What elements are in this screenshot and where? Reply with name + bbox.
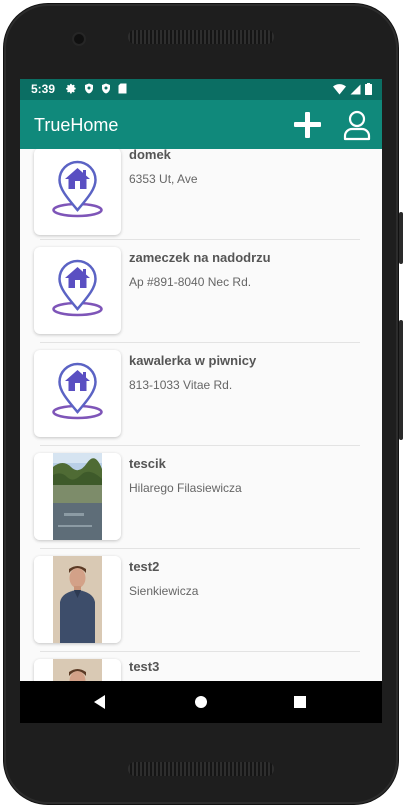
property-thumbnail	[34, 149, 121, 235]
house-pin-icon	[52, 362, 103, 420]
status-bar: 5:39	[20, 79, 382, 100]
earpiece-speaker	[128, 30, 274, 44]
list-item[interactable]: test2 Sienkiewicza	[20, 546, 382, 652]
lake-photo	[34, 453, 121, 540]
property-name: test3	[129, 659, 160, 674]
list-item[interactable]: zameczek na nadodrzu Ap #891-8040 Nec Rd…	[20, 237, 382, 343]
property-thumbnail	[34, 247, 121, 334]
property-name: domek	[129, 149, 171, 162]
property-address: 6353 Ut, Ave	[129, 172, 198, 186]
recents-icon[interactable]	[286, 688, 314, 716]
person-photo	[34, 556, 121, 643]
property-thumbnail	[34, 350, 121, 437]
sd-card-icon	[118, 83, 127, 94]
signal-icon	[350, 84, 361, 94]
shield-icon	[85, 83, 93, 94]
home-icon[interactable]	[187, 688, 215, 716]
property-list[interactable]: domek 6353 Ut, Ave zameczek na nadodrzu …	[20, 149, 382, 681]
navigation-bar	[20, 681, 382, 723]
house-pin-icon	[52, 259, 103, 317]
property-address: 813-1033 Vitae Rd.	[129, 378, 233, 392]
property-address: Sienkiewicza	[129, 584, 199, 598]
property-address: Hilarego Filasiewicza	[129, 481, 242, 495]
shield-icon	[102, 83, 110, 94]
profile-icon[interactable]	[340, 108, 374, 142]
property-thumbnail	[34, 453, 121, 540]
list-item[interactable]: kawalerka w piwnicy 813-1033 Vitae Rd.	[20, 340, 382, 446]
bottom-speaker	[128, 762, 274, 776]
property-name: zameczek na nadodrzu	[129, 250, 271, 265]
app-bar: TrueHome	[20, 100, 382, 149]
person-photo	[34, 659, 121, 681]
list-item[interactable]: domek 6353 Ut, Ave	[20, 149, 382, 240]
list-item[interactable]: test3	[20, 649, 382, 681]
list-item[interactable]: tescik Hilarego Filasiewicza	[20, 443, 382, 549]
house-pin-icon	[52, 160, 103, 218]
wifi-icon	[333, 83, 346, 94]
power-button	[399, 320, 403, 440]
property-address: Ap #891-8040 Nec Rd.	[129, 275, 252, 289]
property-thumbnail	[34, 556, 121, 643]
property-name: kawalerka w piwnicy	[129, 353, 257, 368]
front-camera	[74, 34, 84, 44]
battery-icon	[365, 83, 372, 95]
device-screen: 5:39 TrueHome domek 6353 Ut, Ave zamecze…	[20, 79, 382, 723]
property-name: tescik	[129, 456, 166, 471]
property-name: test2	[129, 559, 160, 574]
back-icon[interactable]	[86, 688, 114, 716]
gear-icon	[66, 83, 76, 94]
add-icon[interactable]	[290, 108, 324, 142]
app-title: TrueHome	[34, 115, 119, 135]
volume-button	[399, 212, 403, 264]
status-time: 5:39	[31, 82, 56, 96]
property-thumbnail	[34, 659, 121, 681]
